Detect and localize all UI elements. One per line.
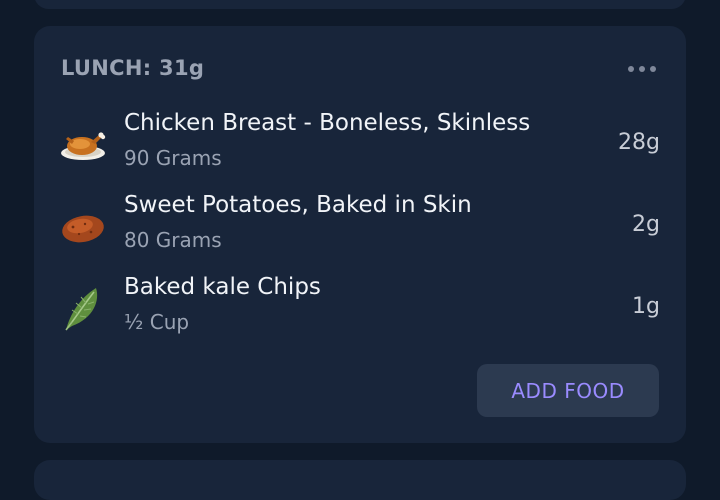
- previous-meal-card: [34, 0, 686, 9]
- more-dot: [650, 66, 656, 72]
- food-item-chicken-breast[interactable]: Chicken Breast - Boneless, Skinless 90 G…: [34, 108, 686, 182]
- food-amount: 90 Grams: [124, 146, 222, 170]
- food-item-sweet-potatoes[interactable]: Sweet Potatoes, Baked in Skin 80 Grams 2…: [34, 190, 686, 264]
- kale-leaf-icon: [65, 288, 98, 331]
- food-grams: 28g: [618, 130, 660, 155]
- food-grams: 2g: [632, 212, 660, 237]
- add-food-button[interactable]: ADD FOOD: [477, 364, 659, 417]
- next-meal-card: [34, 460, 686, 500]
- more-dot: [639, 66, 645, 72]
- more-options-icon[interactable]: [628, 62, 656, 76]
- food-name: Chicken Breast - Boneless, Skinless: [124, 110, 531, 136]
- sweet-potato-icon: [62, 215, 104, 243]
- roast-chicken-icon: [61, 132, 106, 160]
- meal-title: LUNCH: 31g: [61, 56, 205, 80]
- food-name: Sweet Potatoes, Baked in Skin: [124, 192, 472, 218]
- more-dot: [628, 66, 634, 72]
- food-item-kale-chips[interactable]: Baked kale Chips ½ Cup 1g: [34, 272, 686, 346]
- food-amount: ½ Cup: [124, 310, 190, 334]
- lunch-meal-card: LUNCH: 31g Chicken Breast - Boneless, Sk…: [34, 26, 686, 443]
- food-name: Baked kale Chips: [124, 274, 321, 300]
- food-grams: 1g: [632, 294, 660, 319]
- food-amount: 80 Grams: [124, 228, 222, 252]
